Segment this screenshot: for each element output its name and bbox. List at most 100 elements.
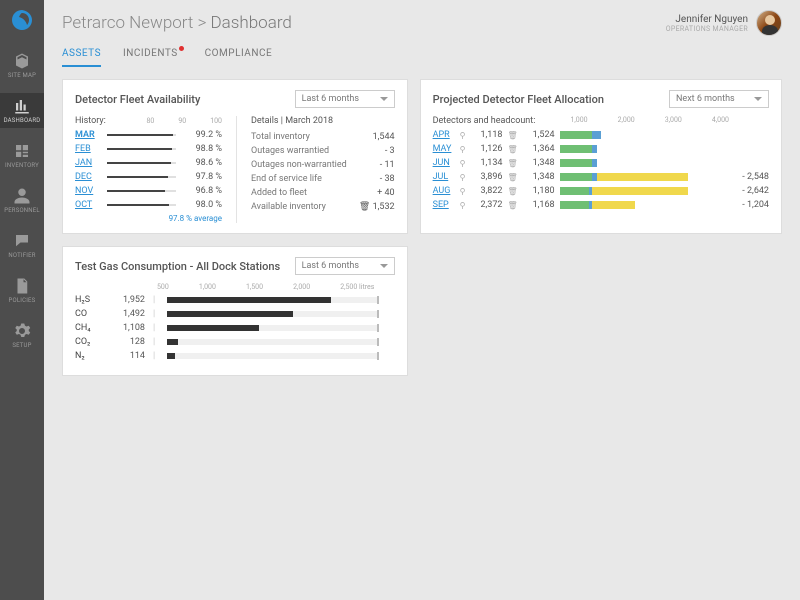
axis-ticks: 5001,0001,5002,0002,500 litres — [157, 283, 395, 291]
month-link[interactable]: SEP — [433, 200, 455, 210]
delta-value: - 1,204 — [729, 200, 769, 210]
bar — [560, 187, 724, 195]
month-link[interactable]: JAN — [75, 158, 101, 168]
card-title: Test Gas Consumption - All Dock Stations — [75, 260, 280, 273]
gas-value: 1,492 — [109, 309, 145, 319]
nav-label: INVENTORY — [5, 162, 39, 169]
headcount-value: 2,372 — [470, 200, 502, 210]
user-name: Jennifer Nguyen — [666, 14, 748, 25]
bar — [107, 162, 176, 164]
gas-label: CH₄ — [75, 323, 101, 333]
axis-ticks: 1,0002,0003,0004,000 — [571, 116, 770, 126]
chevron-down-icon — [380, 97, 388, 101]
bar — [560, 201, 724, 209]
month-link[interactable]: MAY — [433, 144, 455, 154]
nav-inventory[interactable]: INVENTORY — [0, 138, 44, 173]
bar — [167, 339, 377, 345]
detector-value: 1,180 — [523, 186, 555, 196]
select-fa-range[interactable]: Last 6 months — [295, 90, 395, 108]
axis-ticks: 8090100 — [146, 117, 222, 125]
bar — [167, 311, 377, 317]
pct-value: 98.0 % — [182, 200, 222, 210]
card-projection: Projected Detector Fleet Allocation Next… — [420, 79, 782, 234]
month-link[interactable]: NOV — [75, 186, 101, 196]
person-icon: ⚲ — [460, 201, 466, 210]
person-icon: ⚲ — [460, 131, 466, 140]
separator: | — [153, 295, 159, 305]
card-fleet-availability: Detector Fleet Availability Last 6 month… — [62, 79, 408, 234]
person-icon: ⚲ — [460, 159, 466, 168]
header: Petrarco Newport > Dashboard Jennifer Ng… — [44, 0, 800, 42]
card-title: Projected Detector Fleet Allocation — [433, 93, 604, 106]
detail-label: Outages non-warrantied — [251, 160, 347, 170]
detector-icon: 🗑 — [507, 187, 517, 196]
nav-setup[interactable]: SETUP — [0, 318, 44, 353]
headcount-value: 1,134 — [470, 158, 502, 168]
select-proj-range[interactable]: Next 6 months — [669, 90, 769, 108]
month-link[interactable]: JUN — [433, 158, 455, 168]
nav-personnel[interactable]: PERSONNEL — [0, 183, 44, 218]
person-icon: ⚲ — [460, 145, 466, 154]
nav-policies[interactable]: POLICIES — [0, 273, 44, 308]
divider — [236, 116, 237, 223]
bar — [107, 134, 176, 136]
average-label: 97.8 % average — [75, 214, 222, 223]
detector-icon: 🗑 — [507, 201, 517, 210]
gas-label: CO — [75, 309, 101, 319]
bar — [167, 353, 377, 359]
detail-label: Added to fleet — [251, 188, 307, 198]
detector-value: 1,524 — [523, 130, 555, 140]
month-link[interactable]: OCT — [75, 200, 101, 210]
bar — [167, 325, 377, 331]
separator: | — [153, 351, 159, 361]
detector-value: 1,348 — [523, 172, 555, 182]
proj-head-label: Detectors and headcount: — [433, 116, 536, 126]
gas-value: 1,952 — [109, 295, 145, 305]
detector-value: 1,364 — [523, 144, 555, 154]
detail-value: + 40 — [377, 188, 394, 198]
nav-notifier[interactable]: NOTIFIER — [0, 228, 44, 263]
app-logo — [10, 8, 34, 32]
gas-value: 128 — [109, 337, 145, 347]
avatar[interactable] — [756, 10, 782, 36]
card-gas: Test Gas Consumption - All Dock Stations… — [62, 246, 408, 376]
user-menu[interactable]: Jennifer Nguyen OPERATIONS MANAGER — [666, 10, 782, 36]
month-link[interactable]: DEC — [75, 172, 101, 182]
person-icon: ⚲ — [460, 187, 466, 196]
detail-label: Outages warrantied — [251, 146, 329, 156]
nav-site-map[interactable]: SITE MAP — [0, 48, 44, 83]
delta-value: - 2,642 — [729, 186, 769, 196]
month-link[interactable]: FEB — [75, 144, 101, 154]
separator: | — [153, 337, 159, 347]
detector-icon: 🗑 — [507, 173, 517, 182]
nav-label: SITE MAP — [8, 72, 36, 79]
nav-label: PERSONNEL — [4, 207, 40, 214]
month-link[interactable]: AUG — [433, 186, 455, 196]
detail-value: - 11 — [380, 160, 395, 170]
detector-value: 1,348 — [523, 158, 555, 168]
tab-incidents[interactable]: INCIDENTS — [123, 42, 183, 67]
month-link[interactable]: APR — [433, 130, 455, 140]
bar — [107, 190, 176, 192]
breadcrumb-root[interactable]: Petrarco Newport — [62, 13, 193, 33]
nav-dashboard[interactable]: DASHBOARD — [0, 93, 44, 128]
select-gas-range[interactable]: Last 6 months — [295, 257, 395, 275]
sidebar: SITE MAP DASHBOARD INVENTORY PERSONNEL N… — [0, 0, 44, 600]
tabs: ASSETS INCIDENTS COMPLIANCE — [44, 42, 800, 67]
history-label: History: — [75, 116, 106, 126]
detail-value: - 38 — [380, 174, 395, 184]
detail-label: End of service life — [251, 174, 322, 184]
nav-label: POLICIES — [9, 297, 36, 304]
breadcrumb-separator: > — [198, 13, 207, 33]
bar — [560, 145, 724, 153]
month-link[interactable]: JUL — [433, 172, 455, 182]
gas-label: CO₂ — [75, 337, 101, 347]
month-link[interactable]: MAR — [75, 130, 101, 140]
gas-label: N₂ — [75, 351, 101, 361]
tab-assets[interactable]: ASSETS — [62, 42, 101, 67]
headcount-value: 3,896 — [470, 172, 502, 182]
tab-compliance[interactable]: COMPLIANCE — [205, 42, 272, 67]
detector-icon: 🗑 — [507, 145, 517, 154]
bar — [560, 131, 724, 139]
details-title: Details | March 2018 — [251, 116, 395, 126]
